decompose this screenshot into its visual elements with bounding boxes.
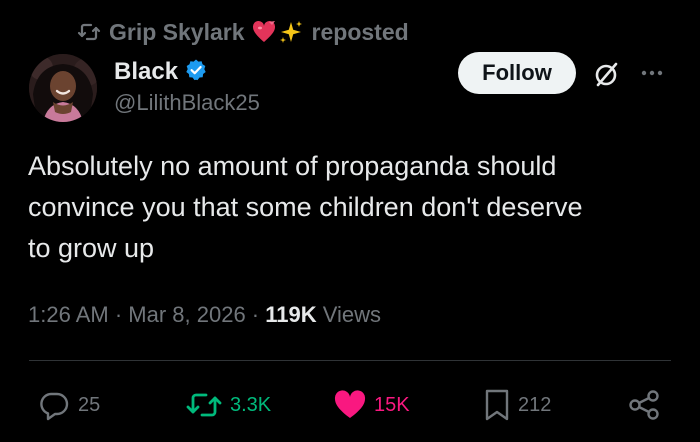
more-icon[interactable]: [640, 66, 664, 80]
reply-icon: [38, 389, 70, 421]
meta-separator: ·: [245, 302, 266, 327]
author-block: Black @LilithBlack25: [114, 56, 414, 116]
post-date[interactable]: Mar 8, 2026: [128, 302, 245, 327]
repost-header: Grip Skylark reposted: [77, 17, 409, 47]
post-time[interactable]: 1:26 AM: [28, 302, 109, 327]
reply-button[interactable]: 25: [38, 388, 100, 422]
author-name-line: Black: [114, 56, 414, 88]
heart-with-ribbon-icon: [252, 20, 275, 42]
share-button[interactable]: [628, 388, 660, 422]
bookmark-button[interactable]: 212: [484, 388, 551, 422]
bookmark-count: 212: [518, 393, 552, 416]
repost-user-name[interactable]: Grip Skylark: [109, 19, 245, 46]
heart-icon: [334, 390, 366, 420]
verified-badge-icon[interactable]: [184, 58, 208, 87]
avatar[interactable]: [29, 54, 97, 122]
views-label: Views: [322, 302, 382, 327]
display-name[interactable]: Black: [114, 58, 178, 86]
repost-emojis: [251, 19, 304, 45]
like-button[interactable]: 15K: [334, 388, 410, 422]
share-icon: [628, 389, 660, 421]
post-text: Absolutely no amount of propaganda shoul…: [28, 151, 583, 263]
post-meta: 1:26 AM · Mar 8, 2026 · 119K Views: [28, 302, 381, 328]
repost-action-label: reposted: [311, 18, 409, 45]
meta-separator: ·: [108, 302, 129, 327]
grok-icon[interactable]: [590, 58, 622, 90]
user-handle[interactable]: @LilithBlack25: [114, 90, 414, 116]
like-count: 15K: [374, 393, 410, 416]
views-count: 119K: [265, 302, 317, 327]
repost-count: 3.3K: [230, 393, 272, 416]
follow-button[interactable]: Follow: [458, 52, 576, 94]
repost-icon: [186, 390, 222, 420]
repost-button[interactable]: 3.3K: [186, 388, 271, 422]
bookmark-icon: [484, 389, 510, 421]
reply-count: 25: [78, 393, 101, 416]
divider: [29, 360, 671, 361]
sparkles-icon: [279, 21, 302, 43]
repost-header-icon: [77, 20, 101, 44]
